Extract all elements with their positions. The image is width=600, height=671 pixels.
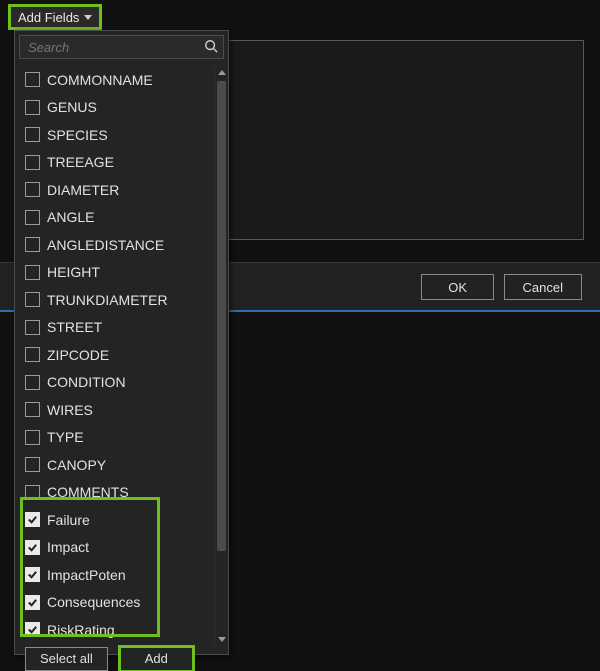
- add-fields-dropdown-panel: COMMONNAME GENUS SPECIES TREEAGE DIAMETER ANG…: [14, 30, 229, 655]
- field-item[interactable]: SPECIES: [21, 122, 212, 148]
- field-label: ImpactPoten: [47, 567, 126, 583]
- add-fields-dropdown-trigger[interactable]: Add Fields: [10, 6, 100, 28]
- check-icon: [27, 569, 38, 580]
- ok-button[interactable]: OK: [421, 274, 494, 300]
- field-label: GENUS: [47, 99, 97, 115]
- field-label: CANOPY: [47, 457, 106, 473]
- field-list: COMMONNAME GENUS SPECIES TREEAGE DIAMETER ANG…: [15, 65, 214, 647]
- field-item[interactable]: HEIGHT: [21, 260, 212, 286]
- checkbox[interactable]: [25, 72, 40, 87]
- field-item[interactable]: ImpactPoten: [21, 562, 212, 588]
- field-label: TREEAGE: [47, 154, 114, 170]
- field-item[interactable]: DIAMETER: [21, 177, 212, 203]
- field-item[interactable]: CONDITION: [21, 370, 212, 396]
- scrollbar[interactable]: [214, 65, 228, 647]
- field-label: ANGLEDISTANCE: [47, 237, 164, 253]
- field-item[interactable]: STREET: [21, 315, 212, 341]
- checkbox[interactable]: [25, 292, 40, 307]
- cancel-button[interactable]: Cancel: [504, 274, 582, 300]
- add-button[interactable]: Add: [120, 647, 193, 671]
- field-label: COMMENTS: [47, 484, 129, 500]
- check-icon: [27, 597, 38, 608]
- field-label: STREET: [47, 319, 102, 335]
- field-label: TRUNKDIAMETER: [47, 292, 168, 308]
- checkbox[interactable]: [25, 595, 40, 610]
- checkbox[interactable]: [25, 402, 40, 417]
- field-label: SPECIES: [47, 127, 108, 143]
- check-icon: [27, 514, 38, 525]
- checkbox[interactable]: [25, 320, 40, 335]
- search-row: [15, 31, 228, 65]
- field-label: HEIGHT: [47, 264, 100, 280]
- checkbox[interactable]: [25, 127, 40, 142]
- field-item[interactable]: ANGLEDISTANCE: [21, 232, 212, 258]
- field-label: WIRES: [47, 402, 93, 418]
- field-item[interactable]: TREEAGE: [21, 150, 212, 176]
- checkbox[interactable]: [25, 457, 40, 472]
- checkbox[interactable]: [25, 210, 40, 225]
- field-label: COMMONNAME: [47, 72, 153, 88]
- checkbox[interactable]: [25, 622, 40, 637]
- field-item[interactable]: TYPE: [21, 425, 212, 451]
- field-label: ANGLE: [47, 209, 94, 225]
- screenshot-root: OK Cancel Add Fields COMMONNAME GENUS SPEC…: [0, 0, 600, 670]
- field-label: TYPE: [47, 429, 84, 445]
- field-item[interactable]: RiskRating: [21, 617, 212, 643]
- chevron-down-icon: [84, 15, 92, 20]
- field-label: RiskRating: [47, 622, 115, 638]
- check-icon: [27, 624, 38, 635]
- checkbox[interactable]: [25, 567, 40, 582]
- checkbox[interactable]: [25, 512, 40, 527]
- scrollbar-thumb[interactable]: [217, 81, 226, 551]
- checkbox[interactable]: [25, 237, 40, 252]
- field-item[interactable]: ZIPCODE: [21, 342, 212, 368]
- field-label: ZIPCODE: [47, 347, 109, 363]
- field-item[interactable]: ANGLE: [21, 205, 212, 231]
- field-label: Consequences: [47, 594, 140, 610]
- check-icon: [27, 542, 38, 553]
- scroll-down-arrow-icon[interactable]: [215, 633, 228, 647]
- field-item[interactable]: COMMENTS: [21, 480, 212, 506]
- field-list-wrap: COMMONNAME GENUS SPECIES TREEAGE DIAMETER ANG…: [15, 65, 228, 647]
- field-label: DIAMETER: [47, 182, 119, 198]
- checkbox[interactable]: [25, 375, 40, 390]
- checkbox[interactable]: [25, 347, 40, 362]
- checkbox[interactable]: [25, 540, 40, 555]
- field-item[interactable]: TRUNKDIAMETER: [21, 287, 212, 313]
- field-item[interactable]: WIRES: [21, 397, 212, 423]
- select-all-button[interactable]: Select all: [25, 647, 108, 671]
- checkbox[interactable]: [25, 100, 40, 115]
- field-item[interactable]: COMMONNAME: [21, 67, 212, 93]
- search-icon: [204, 39, 218, 53]
- field-item[interactable]: CANOPY: [21, 452, 212, 478]
- field-item[interactable]: Failure: [21, 507, 212, 533]
- checkbox[interactable]: [25, 485, 40, 500]
- field-label: CONDITION: [47, 374, 126, 390]
- checkbox[interactable]: [25, 430, 40, 445]
- checkbox[interactable]: [25, 155, 40, 170]
- add-fields-label: Add Fields: [18, 10, 79, 25]
- field-label: Failure: [47, 512, 90, 528]
- field-item[interactable]: Consequences: [21, 590, 212, 616]
- checkbox[interactable]: [25, 265, 40, 280]
- dropdown-footer: Select all Add: [15, 647, 228, 671]
- scroll-up-arrow-icon[interactable]: [215, 65, 228, 79]
- search-input[interactable]: [19, 35, 224, 59]
- checkbox[interactable]: [25, 182, 40, 197]
- field-item[interactable]: GENUS: [21, 95, 212, 121]
- field-label: Impact: [47, 539, 89, 555]
- field-item[interactable]: Impact: [21, 535, 212, 561]
